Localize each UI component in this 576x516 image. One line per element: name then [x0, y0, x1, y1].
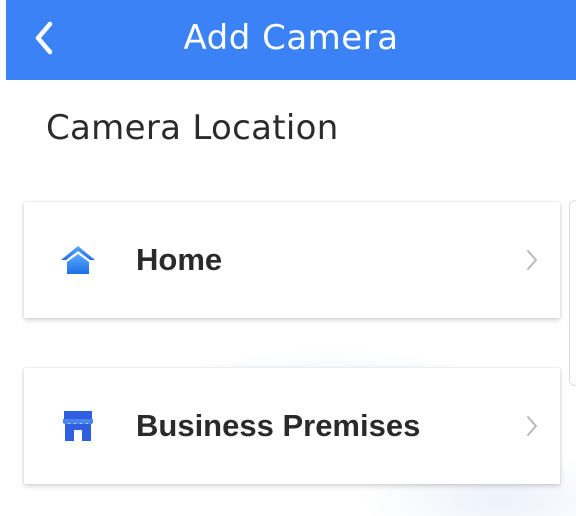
adjacent-panel-edge: [569, 200, 576, 386]
location-label-home: Home: [136, 242, 223, 277]
location-option-business-premises[interactable]: Business Premises: [24, 368, 560, 484]
house-icon: [58, 240, 98, 280]
chevron-left-icon: [35, 21, 53, 55]
location-option-home[interactable]: Home: [24, 202, 560, 318]
chevron-right-icon: [522, 245, 542, 275]
page-title: Add Camera: [183, 18, 399, 58]
storefront-icon: [58, 406, 98, 446]
chevron-right-icon: [522, 411, 542, 441]
section-title: Camera Location: [46, 108, 339, 148]
app-bar: Add Camera: [6, 0, 576, 80]
location-label-business-premises: Business Premises: [136, 408, 421, 443]
back-button[interactable]: [24, 18, 64, 58]
